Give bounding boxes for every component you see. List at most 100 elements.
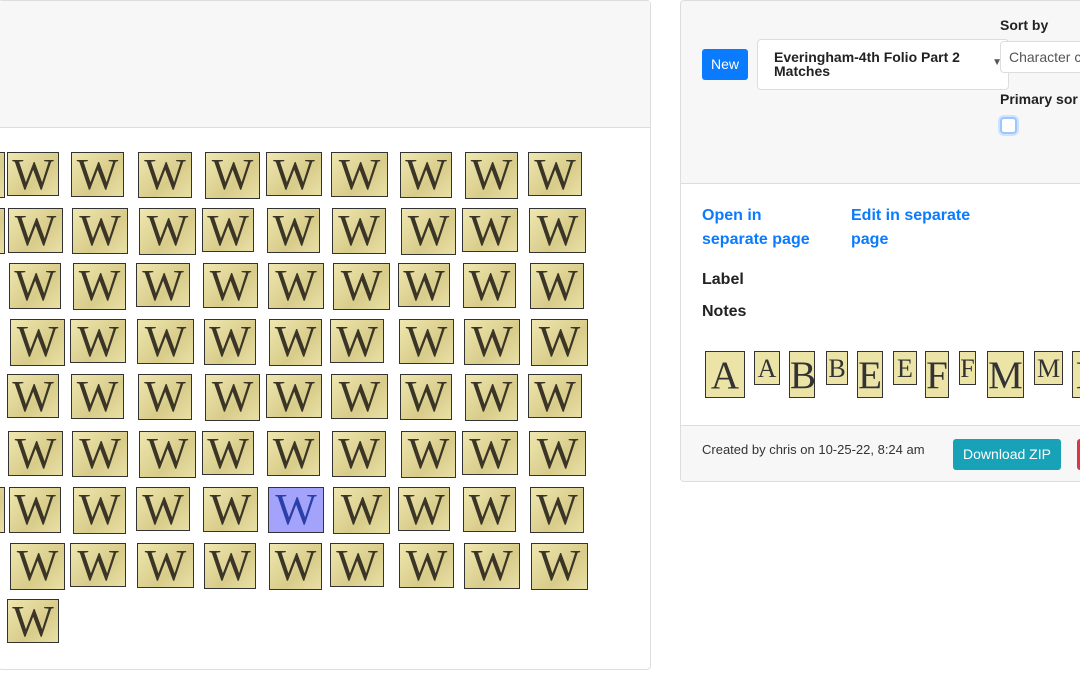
character-tile[interactable]: W bbox=[528, 152, 582, 196]
character-tile[interactable]: W bbox=[205, 374, 260, 421]
character-tile[interactable]: W bbox=[462, 431, 518, 475]
collection-panel: New Everingham-4th Folio Part 2 Matches … bbox=[680, 0, 1080, 482]
character-tile[interactable]: W bbox=[529, 431, 586, 476]
character-tile[interactable]: W bbox=[73, 487, 126, 534]
sample-character[interactable]: B bbox=[789, 351, 815, 398]
character-tile[interactable]: W bbox=[138, 374, 192, 420]
sample-character[interactable]: M bbox=[987, 351, 1024, 398]
character-tile[interactable]: W bbox=[530, 487, 584, 533]
character-tile[interactable]: W bbox=[267, 208, 320, 253]
character-tile[interactable]: W bbox=[398, 487, 450, 531]
character-tile[interactable]: W bbox=[72, 208, 128, 254]
character-tile[interactable]: W bbox=[464, 543, 520, 589]
sample-character[interactable]: F bbox=[959, 351, 976, 385]
character-tile[interactable]: W bbox=[10, 319, 65, 366]
sample-character[interactable]: E bbox=[893, 351, 917, 385]
character-tile[interactable]: W bbox=[530, 263, 584, 309]
character-tile[interactable]: W bbox=[269, 319, 322, 366]
character-tile[interactable]: W bbox=[266, 374, 322, 418]
character-tile[interactable]: W bbox=[531, 319, 588, 366]
character-tile[interactable]: W bbox=[72, 431, 128, 477]
sort-by-select[interactable]: Character c bbox=[1000, 41, 1080, 73]
sample-character[interactable]: I bbox=[1072, 351, 1080, 398]
sample-character[interactable]: B bbox=[826, 351, 848, 385]
open-separate-page-link[interactable]: Open in separate page bbox=[702, 204, 822, 252]
character-tile-selected[interactable]: W bbox=[268, 487, 324, 533]
character-tile[interactable]: W bbox=[203, 487, 258, 532]
character-tile[interactable]: W bbox=[9, 263, 61, 309]
character-tile[interactable]: W bbox=[73, 263, 126, 310]
character-tile[interactable]: W bbox=[331, 152, 388, 197]
character-tile[interactable]: W bbox=[137, 543, 194, 588]
edit-separate-page-link[interactable]: Edit in separate page bbox=[851, 204, 971, 252]
character-tile[interactable]: W bbox=[462, 208, 518, 252]
character-tile[interactable]: W bbox=[333, 487, 390, 534]
character-tile[interactable]: W bbox=[398, 263, 450, 307]
character-tile[interactable]: W bbox=[8, 431, 63, 476]
character-tile[interactable] bbox=[0, 487, 5, 533]
character-tile[interactable]: W bbox=[137, 319, 194, 364]
character-tile[interactable]: W bbox=[139, 431, 196, 478]
character-tile[interactable]: W bbox=[202, 208, 254, 252]
character-tile[interactable]: W bbox=[204, 543, 256, 589]
primary-sort-label: Primary sor bbox=[1000, 91, 1078, 107]
sample-character[interactable]: E bbox=[857, 351, 883, 398]
character-tile[interactable]: W bbox=[70, 319, 126, 363]
sample-character[interactable]: A bbox=[705, 351, 745, 398]
character-tile[interactable]: W bbox=[529, 208, 586, 253]
character-tile[interactable]: W bbox=[136, 263, 190, 307]
character-tile[interactable]: W bbox=[268, 263, 324, 309]
character-tile[interactable]: W bbox=[465, 152, 518, 199]
character-tile[interactable]: W bbox=[399, 543, 454, 588]
character-tile[interactable]: W bbox=[332, 431, 386, 477]
character-tile[interactable]: W bbox=[205, 152, 260, 199]
character-tile[interactable] bbox=[0, 208, 5, 254]
character-tile[interactable]: W bbox=[401, 208, 456, 255]
collection-toolbar: New Everingham-4th Folio Part 2 Matches … bbox=[681, 1, 1080, 184]
character-tile[interactable]: W bbox=[9, 487, 61, 533]
download-zip-button[interactable]: Download ZIP bbox=[953, 439, 1061, 470]
character-tile[interactable]: W bbox=[136, 487, 190, 531]
sort-by-label: Sort by bbox=[1000, 17, 1049, 33]
character-tile[interactable]: W bbox=[139, 208, 196, 255]
character-tile[interactable]: W bbox=[202, 431, 254, 475]
character-tile[interactable]: W bbox=[531, 543, 588, 590]
character-tile[interactable]: W bbox=[266, 152, 322, 196]
character-tile[interactable]: W bbox=[333, 263, 390, 310]
sample-character[interactable]: A bbox=[754, 351, 780, 385]
character-tile[interactable]: W bbox=[7, 374, 59, 418]
character-tile[interactable]: W bbox=[269, 543, 322, 590]
character-tile[interactable]: W bbox=[399, 319, 454, 364]
character-tile[interactable]: W bbox=[464, 319, 520, 365]
primary-sort-checkbox[interactable] bbox=[1000, 117, 1017, 134]
character-tile[interactable]: W bbox=[330, 543, 384, 587]
character-tile[interactable]: W bbox=[465, 374, 518, 421]
character-tile[interactable]: W bbox=[331, 374, 388, 419]
character-tile[interactable]: W bbox=[267, 431, 320, 476]
created-info: Created by chris on 10-25-22, 8:24 am bbox=[702, 442, 925, 457]
character-tile[interactable]: W bbox=[8, 208, 63, 253]
character-tile[interactable]: W bbox=[463, 487, 516, 532]
character-tile[interactable]: W bbox=[138, 152, 192, 198]
character-tile[interactable]: W bbox=[330, 319, 384, 363]
character-tile[interactable] bbox=[0, 152, 5, 198]
sample-character[interactable]: M bbox=[1034, 351, 1063, 385]
character-tile[interactable]: W bbox=[463, 263, 516, 308]
character-tile[interactable]: W bbox=[70, 543, 126, 587]
character-tile[interactable]: W bbox=[10, 543, 65, 590]
label-heading: Label bbox=[702, 271, 744, 288]
character-tile[interactable]: W bbox=[401, 431, 456, 478]
character-tile[interactable]: W bbox=[71, 152, 124, 197]
character-tile[interactable]: W bbox=[203, 263, 258, 308]
character-tile[interactable]: W bbox=[528, 374, 582, 418]
character-tile[interactable]: W bbox=[400, 374, 452, 420]
character-tile[interactable]: W bbox=[71, 374, 124, 419]
character-tile[interactable]: W bbox=[7, 152, 59, 196]
character-tile[interactable]: W bbox=[332, 208, 386, 254]
character-tile[interactable]: W bbox=[400, 152, 452, 198]
character-tile[interactable]: W bbox=[7, 599, 59, 643]
character-tile[interactable]: W bbox=[204, 319, 256, 365]
new-button[interactable]: New bbox=[702, 49, 748, 80]
sample-character[interactable]: F bbox=[925, 351, 949, 398]
collection-select[interactable]: Everingham-4th Folio Part 2 Matches ▼ bbox=[757, 39, 1009, 90]
